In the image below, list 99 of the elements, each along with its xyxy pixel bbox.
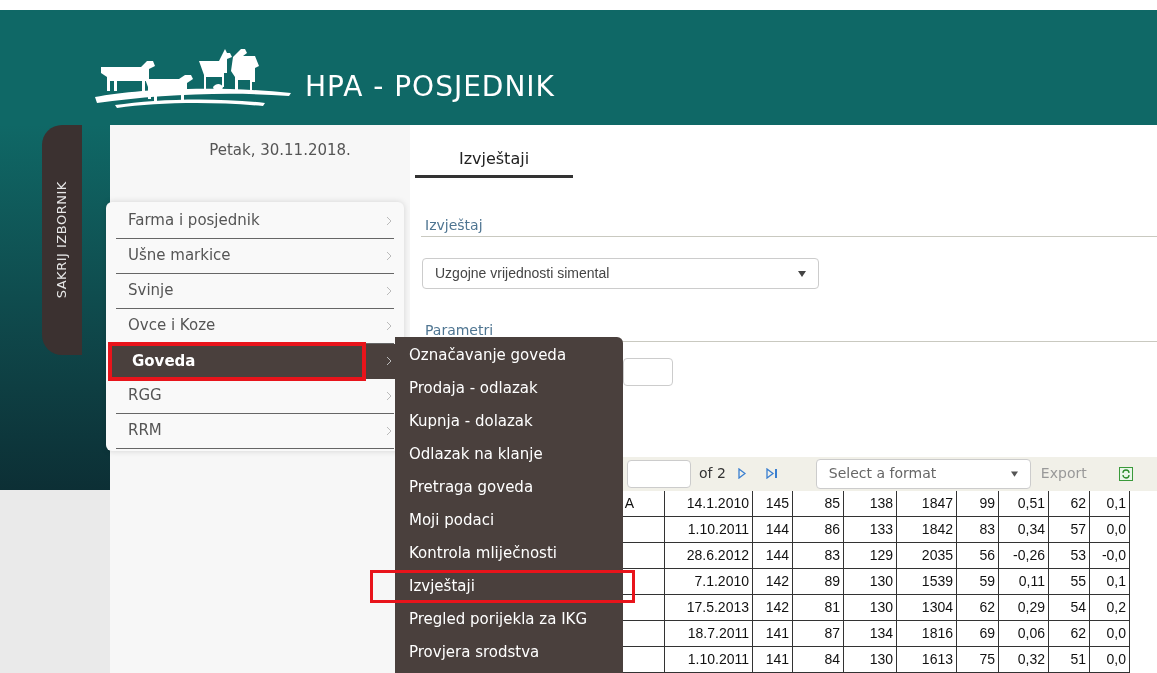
table-cell: 62 xyxy=(1049,621,1090,647)
table-cell: 62 xyxy=(1049,491,1090,517)
table-cell: 0,0 xyxy=(1090,517,1130,543)
table-cell: 130 xyxy=(844,595,897,621)
table-cell: 0,51 xyxy=(999,491,1049,517)
submenu-item[interactable]: Izvještaji xyxy=(395,575,475,598)
table-cell: 55 xyxy=(1049,569,1090,595)
table-cell: 99 xyxy=(957,491,999,517)
table-cell: 1304 xyxy=(897,595,957,621)
table-cell: 86 xyxy=(793,517,844,543)
app-title: HPA - POSJEDNIK xyxy=(305,68,555,105)
table-cell: 0,0 xyxy=(1090,621,1130,647)
chevron-right-icon xyxy=(386,215,392,226)
menu-item[interactable]: Svinje xyxy=(116,273,394,309)
table-cell: -0,26 xyxy=(999,543,1049,569)
dropdown-caret-icon xyxy=(798,270,806,277)
refresh-icon[interactable] xyxy=(1118,467,1133,481)
table-cell: 0,1 xyxy=(1090,569,1130,595)
submenu-item[interactable]: Odlazak na klanje xyxy=(395,443,543,466)
format-select[interactable]: Select a format xyxy=(815,459,1031,489)
current-date: Petak, 30.11.2018. xyxy=(209,140,351,161)
table-cell: 62 xyxy=(957,595,999,621)
submenu-item[interactable]: Prodaja - odlazak xyxy=(395,377,538,400)
table-cell: 134 xyxy=(844,621,897,647)
table-cell: 1847 xyxy=(897,491,957,517)
table-cell: 0,0 xyxy=(1090,647,1130,673)
table-cell: 1613 xyxy=(897,647,957,673)
table-cell: 1842 xyxy=(897,517,957,543)
page-count: of 2 xyxy=(699,464,726,484)
table-cell: 144 xyxy=(753,543,793,569)
table-cell: 51 xyxy=(1049,647,1090,673)
table-cell: 129 xyxy=(844,543,897,569)
table-cell: 14.1.2010 xyxy=(665,491,753,517)
table-cell: 0,06 xyxy=(999,621,1049,647)
table-cell: 0,32 xyxy=(999,647,1049,673)
dropdown-caret-icon xyxy=(1010,471,1018,477)
table-cell: 84 xyxy=(793,647,844,673)
chevron-right-icon xyxy=(386,390,392,401)
menu-item[interactable]: RGG xyxy=(116,378,394,414)
page-input[interactable] xyxy=(627,460,691,488)
table-cell: 81 xyxy=(793,595,844,621)
chevron-right-icon xyxy=(386,356,392,366)
table-cell: 1.10.2011 xyxy=(665,517,753,543)
submenu-item[interactable]: Kontrola mliječnosti xyxy=(395,542,557,565)
table-cell: 75 xyxy=(957,647,999,673)
table-cell: 0,29 xyxy=(999,595,1049,621)
table-cell: 138 xyxy=(844,491,897,517)
table-cell: 0,1 xyxy=(1090,491,1130,517)
submenu-item[interactable]: Kupnja - dolazak xyxy=(395,410,533,433)
parameter-input[interactable] xyxy=(623,358,673,386)
table-cell: 1816 xyxy=(897,621,957,647)
table-cell: 83 xyxy=(793,543,844,569)
table-cell: -0,0 xyxy=(1090,543,1130,569)
table-cell: 89 xyxy=(793,569,844,595)
table-cell: 141 xyxy=(753,621,793,647)
table-cell: 0,34 xyxy=(999,517,1049,543)
table-cell: 54 xyxy=(1049,595,1090,621)
next-page-icon[interactable] xyxy=(737,468,746,480)
table-cell: 59 xyxy=(957,569,999,595)
hide-menu-tab[interactable]: SAKRIJ IZBORNIK xyxy=(42,125,82,355)
table-cell: 7.1.2010 xyxy=(665,569,753,595)
table-cell: 142 xyxy=(753,595,793,621)
table-cell: 83 xyxy=(957,517,999,543)
table-cell: 0,11 xyxy=(999,569,1049,595)
table-cell: 53 xyxy=(1049,543,1090,569)
menu-item[interactable]: Farma i posjednik xyxy=(116,203,394,239)
table-cell: 144 xyxy=(753,517,793,543)
table-cell: 18.7.2011 xyxy=(665,621,753,647)
table-cell: 141 xyxy=(753,647,793,673)
table-cell: 17.5.2013 xyxy=(665,595,753,621)
table-cell: 87 xyxy=(793,621,844,647)
menu-item[interactable]: RRM xyxy=(116,413,394,449)
chevron-right-icon xyxy=(386,425,392,436)
submenu-item[interactable]: Provjera srodstva xyxy=(395,641,540,664)
section-heading: Izvještaj xyxy=(425,216,484,235)
report-tab[interactable]: Izvještaji xyxy=(415,147,573,178)
menu-item[interactable]: Ušne markice xyxy=(116,238,394,274)
table-cell: 1539 xyxy=(897,569,957,595)
chevron-right-icon xyxy=(386,285,392,296)
table-cell: 145 xyxy=(753,491,793,517)
menu-item[interactable]: Ovce i Koze xyxy=(116,308,394,344)
table-cell: 1.10.2011 xyxy=(665,647,753,673)
submenu-item[interactable]: Pregled porijekla za IKG xyxy=(395,608,587,631)
table-cell: 69 xyxy=(957,621,999,647)
table-cell: 130 xyxy=(844,569,897,595)
chevron-right-icon xyxy=(386,320,392,331)
chevron-right-icon xyxy=(386,250,392,261)
table-cell: 85 xyxy=(793,491,844,517)
last-page-icon[interactable] xyxy=(765,468,778,480)
table-cell: 28.6.2012 xyxy=(665,543,753,569)
table-cell: 142 xyxy=(753,569,793,595)
table-cell: 56 xyxy=(957,543,999,569)
table-cell: 0,2 xyxy=(1090,595,1130,621)
table-cell: 57 xyxy=(1049,517,1090,543)
table-cell: 133 xyxy=(844,517,897,543)
report-select[interactable]: Uzgojne vrijednosti simental xyxy=(422,257,819,290)
section-heading: Parametri xyxy=(425,321,495,341)
table-cell: 2035 xyxy=(897,543,957,569)
table-cell: 130 xyxy=(844,647,897,673)
